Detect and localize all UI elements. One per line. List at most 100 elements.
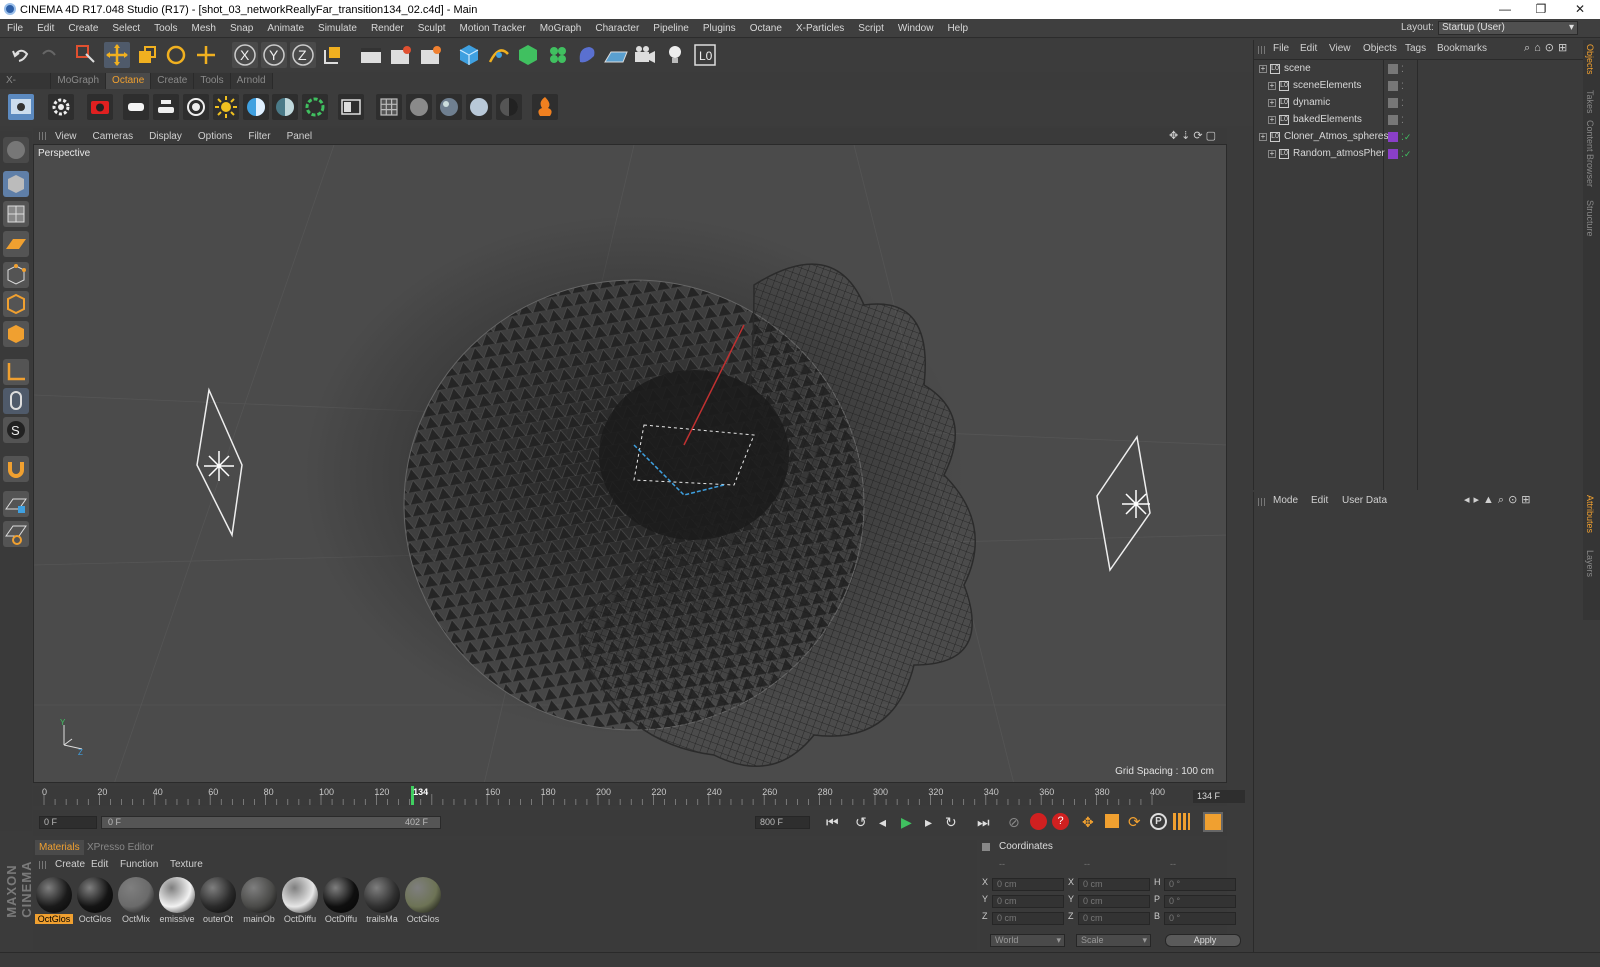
attributes-menu-edit[interactable]: Edit	[1311, 495, 1328, 506]
menu-file[interactable]: File	[0, 23, 30, 34]
record-keys-icon[interactable]: ⊘	[1008, 814, 1020, 831]
key-parameter-icon[interactable]: P	[1150, 813, 1167, 830]
key-point-level-icon[interactable]	[1173, 813, 1190, 830]
octane-mix-material-icon[interactable]	[496, 94, 522, 120]
material-menu-function[interactable]: Function	[116, 857, 162, 872]
material-menu-texture[interactable]: Texture	[166, 857, 207, 872]
material-swatch[interactable]: trailsMa	[363, 876, 401, 924]
viewport-menu-view[interactable]: View	[47, 131, 85, 142]
side-tab-structure[interactable]: Structure	[1585, 200, 1595, 237]
viewport-menu-cameras[interactable]: Cameras	[85, 131, 142, 142]
octane-specular-material-icon[interactable]	[466, 94, 492, 120]
current-frame-field[interactable]: 134 F	[1193, 790, 1245, 803]
side-tab-attributes[interactable]: Attributes	[1585, 495, 1595, 533]
menu-create[interactable]: Create	[61, 23, 105, 34]
menu-script[interactable]: Script	[851, 23, 891, 34]
scale-tool-icon[interactable]	[134, 42, 160, 68]
tab-x-particles[interactable]: X-Particles	[0, 73, 52, 102]
menu-octane[interactable]: Octane	[743, 23, 789, 34]
octane-object-tag-icon[interactable]	[302, 94, 328, 120]
material-swatch[interactable]: OctGlos	[76, 876, 114, 924]
expand-toggle-icon[interactable]: +	[1259, 65, 1267, 73]
layer-color-swatch[interactable]	[1388, 149, 1398, 159]
octane-daylight-sun-icon[interactable]	[213, 94, 239, 120]
menu-plugins[interactable]: Plugins	[696, 23, 743, 34]
preview-range-slider[interactable]: 0 F 402 F	[101, 816, 441, 829]
previous-frame-icon[interactable]: ◂	[879, 814, 886, 831]
redo-icon[interactable]	[36, 42, 62, 68]
viewport-menu-filter[interactable]: Filter	[240, 131, 278, 142]
layer-color-swatch[interactable]	[1388, 132, 1398, 142]
undo-icon[interactable]	[8, 42, 34, 68]
tweak-mode-icon[interactable]	[3, 388, 29, 414]
visibility-toggle-icon[interactable]: ⁚	[1401, 78, 1404, 94]
minimize-button[interactable]: —	[1487, 0, 1523, 19]
menu-window[interactable]: Window	[891, 23, 941, 34]
menu-sculpt[interactable]: Sculpt	[411, 23, 453, 34]
start-frame-field[interactable]: 0 F	[39, 816, 97, 829]
menu-edit[interactable]: Edit	[30, 23, 61, 34]
rotate-tool-icon[interactable]	[163, 42, 189, 68]
octane-live-viewer-icon[interactable]	[8, 94, 34, 120]
grid-lock-icon[interactable]	[3, 491, 29, 517]
z-axis-lock-icon[interactable]: Z	[290, 42, 316, 68]
expand-toggle-icon[interactable]: +	[1268, 82, 1276, 90]
menu-tools[interactable]: Tools	[147, 23, 184, 34]
layer-color-swatch[interactable]	[1388, 64, 1398, 74]
position-value-field[interactable]: 0 cm	[992, 895, 1064, 908]
material-swatch[interactable]: OctDiffu	[281, 876, 319, 924]
polygons-mode-icon[interactable]	[3, 321, 29, 347]
visibility-toggle-icon[interactable]: ⁚✓	[1401, 129, 1411, 145]
menu-simulate[interactable]: Simulate	[311, 23, 364, 34]
drag-handle-icon[interactable]	[39, 132, 47, 140]
expand-toggle-icon[interactable]: +	[1259, 133, 1267, 141]
material-menu-create[interactable]: Create	[51, 857, 89, 872]
panel-toggle-icon[interactable]	[982, 843, 990, 851]
tab-create[interactable]: Create	[151, 73, 195, 89]
sculpt-mode-icon[interactable]	[3, 137, 29, 163]
live-selection-icon[interactable]	[73, 42, 99, 68]
rotation-value-field[interactable]: 0 °	[1164, 912, 1236, 925]
attributes-menu-mode[interactable]: Mode	[1273, 495, 1298, 506]
layer-color-swatch[interactable]	[1388, 115, 1398, 125]
tab-arnold[interactable]: Arnold	[230, 73, 273, 89]
menu-mesh[interactable]: Mesh	[185, 23, 223, 34]
octane-material-grid-icon[interactable]	[376, 94, 402, 120]
restore-button[interactable]: ❐	[1523, 0, 1559, 19]
octane-texture-environment-icon[interactable]	[272, 94, 298, 120]
visibility-toggle-icon[interactable]: ⁚✓	[1401, 146, 1411, 162]
menu-mograph[interactable]: MoGraph	[533, 23, 589, 34]
coordinate-mode-select[interactable]: Scale ▾	[1076, 934, 1151, 947]
side-tab-takes[interactable]: Takes	[1585, 90, 1595, 114]
render-settings-icon[interactable]	[418, 42, 444, 68]
autokey-record-icon[interactable]	[1030, 813, 1047, 830]
size-value-field[interactable]: 0 cm	[1078, 878, 1150, 891]
visibility-toggle-icon[interactable]: ⁚	[1401, 112, 1404, 128]
floor-scene-icon[interactable]	[603, 42, 629, 68]
layer-color-swatch[interactable]	[1388, 81, 1398, 91]
transform-tool-icon[interactable]	[193, 42, 219, 68]
material-menu-edit[interactable]: Edit	[87, 857, 112, 872]
y-axis-lock-icon[interactable]: Y	[261, 42, 287, 68]
objects-menu-edit[interactable]: Edit	[1300, 43, 1317, 54]
rotation-value-field[interactable]: 0 °	[1164, 878, 1236, 891]
octane-spot-light-icon[interactable]	[183, 94, 209, 120]
drag-handle-icon[interactable]	[39, 861, 47, 869]
subdivision-surface-icon[interactable]	[515, 42, 541, 68]
previous-key-icon[interactable]: ↺	[855, 814, 867, 831]
octane-glossy-material-icon[interactable]	[436, 94, 462, 120]
deformer-icon[interactable]	[574, 42, 600, 68]
menu-render[interactable]: Render	[364, 23, 411, 34]
viewport-menu-display[interactable]: Display	[141, 131, 190, 142]
tab-tools[interactable]: Tools	[194, 73, 231, 89]
drag-handle-icon[interactable]	[1258, 46, 1266, 54]
material-swatch[interactable]: OctMix	[117, 876, 155, 924]
expand-toggle-icon[interactable]: +	[1268, 116, 1276, 124]
planar-workplane-icon[interactable]	[3, 521, 29, 547]
model-mode-icon[interactable]	[3, 171, 29, 197]
cloner-icon[interactable]	[545, 42, 571, 68]
end-frame-field[interactable]: 800 F	[755, 816, 810, 829]
drag-handle-icon[interactable]	[1258, 498, 1266, 506]
attribute-manager-nav-icons[interactable]: ◂▸▲⌕⊙⊞	[1464, 493, 1535, 507]
objects-menu-tags[interactable]: Tags	[1405, 43, 1426, 54]
